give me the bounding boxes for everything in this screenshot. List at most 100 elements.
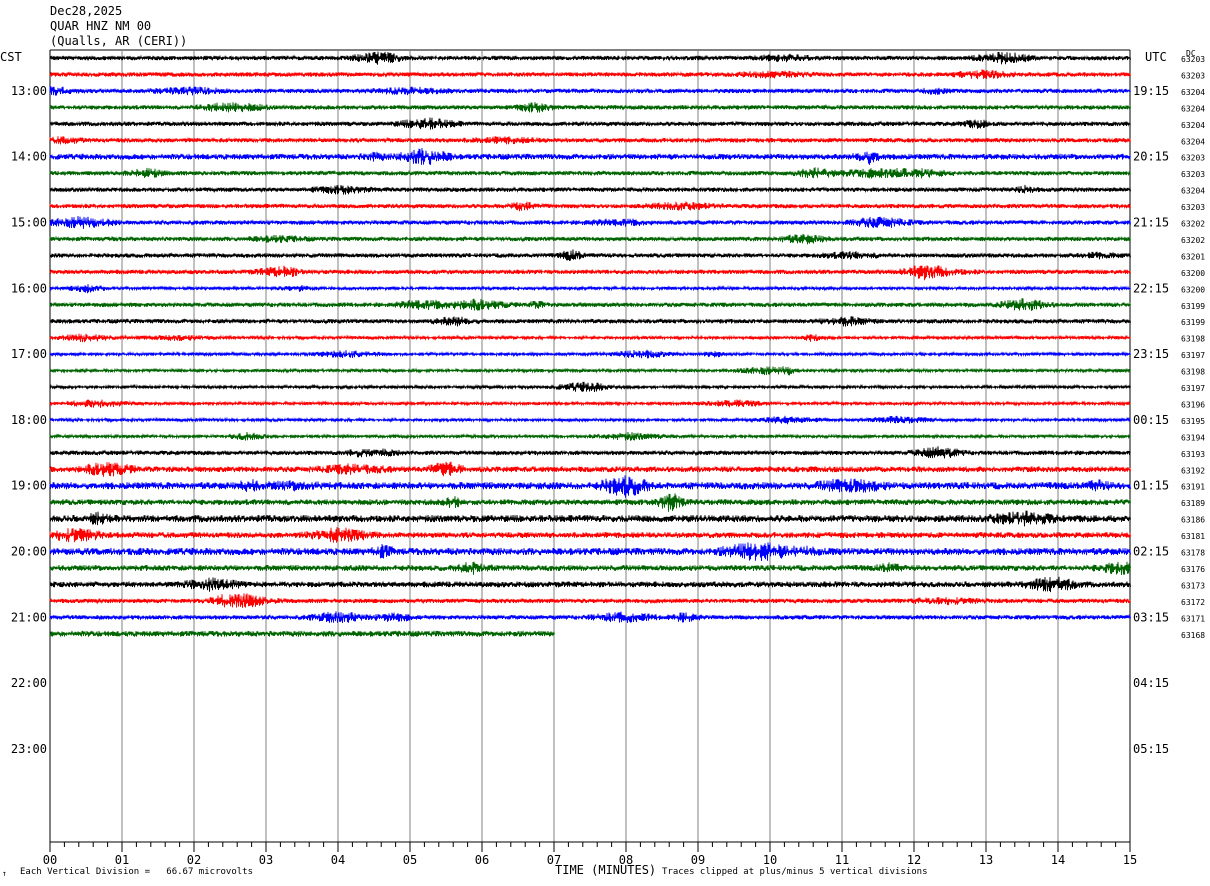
- x-tick-label: 03: [259, 853, 273, 867]
- seismic-trace-row: [49, 349, 1131, 359]
- x-tick-label: 10: [763, 853, 777, 867]
- right-hour-label: 03:15: [1133, 610, 1169, 624]
- dc-offset-label: 63201: [1181, 252, 1205, 261]
- seismic-trace-row: [49, 249, 1131, 261]
- seismic-trace-row: [49, 510, 1131, 527]
- left-hour-label: 17:00: [11, 347, 47, 361]
- dc-offset-label: 63189: [1181, 499, 1205, 508]
- left-hour-label: 15:00: [11, 216, 47, 230]
- scale-note: Each Vertical Division = 66.67 microvolt…: [20, 867, 253, 877]
- dc-offset-label: 63172: [1181, 598, 1205, 607]
- dc-offset-label: 63193: [1181, 450, 1205, 459]
- seismic-trace-row: [49, 86, 1131, 96]
- x-tick-label: 15: [1123, 853, 1137, 867]
- seismic-trace-row: [49, 381, 1131, 392]
- dc-offset-label: 63198: [1181, 368, 1205, 377]
- seismic-trace-row: [49, 215, 1131, 229]
- dc-offset-label: 63202: [1181, 236, 1205, 245]
- seismic-trace-row: [49, 265, 1131, 281]
- dc-offset-label: 63200: [1181, 285, 1205, 294]
- dc-offset-label: 63173: [1181, 581, 1205, 590]
- seismic-trace-row: [49, 117, 1131, 130]
- seismic-trace-row: [49, 136, 1131, 145]
- helicorder-chart: 00 01 02 03 04 05 06 07 08 09 10 11 12 13 14 15 6320363…: [11, 49, 1205, 867]
- dc-offset-label: 63194: [1181, 433, 1205, 442]
- seismic-trace-row: [49, 184, 1131, 195]
- seismic-trace-row: [49, 102, 1131, 113]
- right-hour-label: 23:15: [1133, 347, 1169, 361]
- seismic-trace-row: [49, 51, 1131, 65]
- dc-offset-label: 63197: [1181, 351, 1205, 360]
- x-tick-label: 00: [43, 853, 57, 867]
- right-timezone-label: UTC: [1145, 50, 1167, 64]
- seismic-trace-row: [49, 233, 1131, 245]
- row-labels: 63203 63203 63204 63204 63204 63204 63203 63203…: [11, 55, 1205, 756]
- x-tick-label: 11: [835, 853, 849, 867]
- right-hour-label: 19:15: [1133, 84, 1169, 98]
- dc-offset-label: 63196: [1181, 400, 1205, 409]
- dc-offset-label: 63176: [1181, 565, 1205, 574]
- right-hour-label: 01:15: [1133, 479, 1169, 493]
- x-tick-label: 12: [907, 853, 921, 867]
- seismic-trace-row: [49, 542, 1131, 562]
- seismic-traces: [49, 51, 1131, 638]
- dc-offset-label: 63171: [1181, 614, 1205, 623]
- x-tick-label: 01: [115, 853, 129, 867]
- dc-offset-label: 63178: [1181, 549, 1205, 558]
- dc-offset-label: 63200: [1181, 269, 1205, 278]
- seismic-trace-row: [49, 630, 555, 638]
- seismic-trace-row: [49, 431, 1131, 441]
- left-timezone-label: CST: [0, 50, 22, 64]
- dc-offset-label: 63202: [1181, 220, 1205, 229]
- seismic-trace-row: [49, 593, 1131, 608]
- left-hour-label: 18:00: [11, 413, 47, 427]
- dc-offset-label: 63199: [1181, 302, 1205, 311]
- x-tick-label: 06: [475, 853, 489, 867]
- right-hour-label: 04:15: [1133, 676, 1169, 690]
- date-label: Dec28,2025: [50, 4, 123, 18]
- dc-offset-label: 63191: [1181, 483, 1205, 492]
- x-tick-label: 02: [187, 853, 201, 867]
- seismic-trace-row: [49, 333, 1131, 343]
- seismic-trace-row: [49, 316, 1131, 327]
- dc-offset-label: 63168: [1181, 631, 1205, 640]
- seismic-trace-row: [49, 611, 1131, 624]
- dc-offset-label: 63195: [1181, 417, 1205, 426]
- dc-offset-label: 63204: [1181, 88, 1205, 97]
- dc-offset-label: 63203: [1181, 203, 1205, 212]
- seismic-trace-row: [49, 167, 1131, 179]
- dc-offset-label: 63203: [1181, 71, 1205, 80]
- dc-offset-label: 63186: [1181, 516, 1205, 525]
- seismic-trace-row: [49, 148, 1131, 165]
- dc-offset-label: 63199: [1181, 318, 1205, 327]
- left-hour-label: 20:00: [11, 545, 47, 559]
- dc-offset-label: 63198: [1181, 335, 1205, 344]
- right-hour-label: 00:15: [1133, 413, 1169, 427]
- dc-offset-label: 63204: [1181, 137, 1205, 146]
- seismic-trace-row: [49, 527, 1131, 543]
- grid-lines: [49, 49, 1131, 842]
- seismic-trace-row: [49, 201, 1131, 212]
- right-hour-label: 02:15: [1133, 545, 1169, 559]
- seismic-trace-row: [49, 561, 1131, 576]
- left-hour-label: 16:00: [11, 281, 47, 295]
- right-hour-label: 22:15: [1133, 281, 1169, 295]
- seismic-trace-row: [49, 69, 1131, 80]
- dc-offset-label: 63192: [1181, 466, 1205, 475]
- left-hour-label: 21:00: [11, 610, 47, 624]
- left-hour-label: 22:00: [11, 676, 47, 690]
- x-tick-label: 04: [331, 853, 345, 867]
- seismic-trace-row: [49, 415, 1131, 425]
- seismic-trace-row: [49, 493, 1131, 512]
- x-tick-label: 13: [979, 853, 993, 867]
- arrow-mark-icon: ↑: [2, 869, 7, 878]
- seismic-trace-row: [49, 446, 1131, 459]
- seismic-trace-row: [49, 366, 1131, 376]
- left-hour-label: 14:00: [11, 150, 47, 164]
- right-hour-label: 20:15: [1133, 150, 1169, 164]
- seismic-trace-row: [49, 284, 1131, 294]
- clip-note: Traces clipped at plus/minus 5 vertical …: [662, 867, 928, 877]
- station-label: QUAR HNZ NM 00: [50, 19, 152, 33]
- dc-offset-label: 63197: [1181, 384, 1205, 393]
- seismic-trace-row: [49, 475, 1131, 498]
